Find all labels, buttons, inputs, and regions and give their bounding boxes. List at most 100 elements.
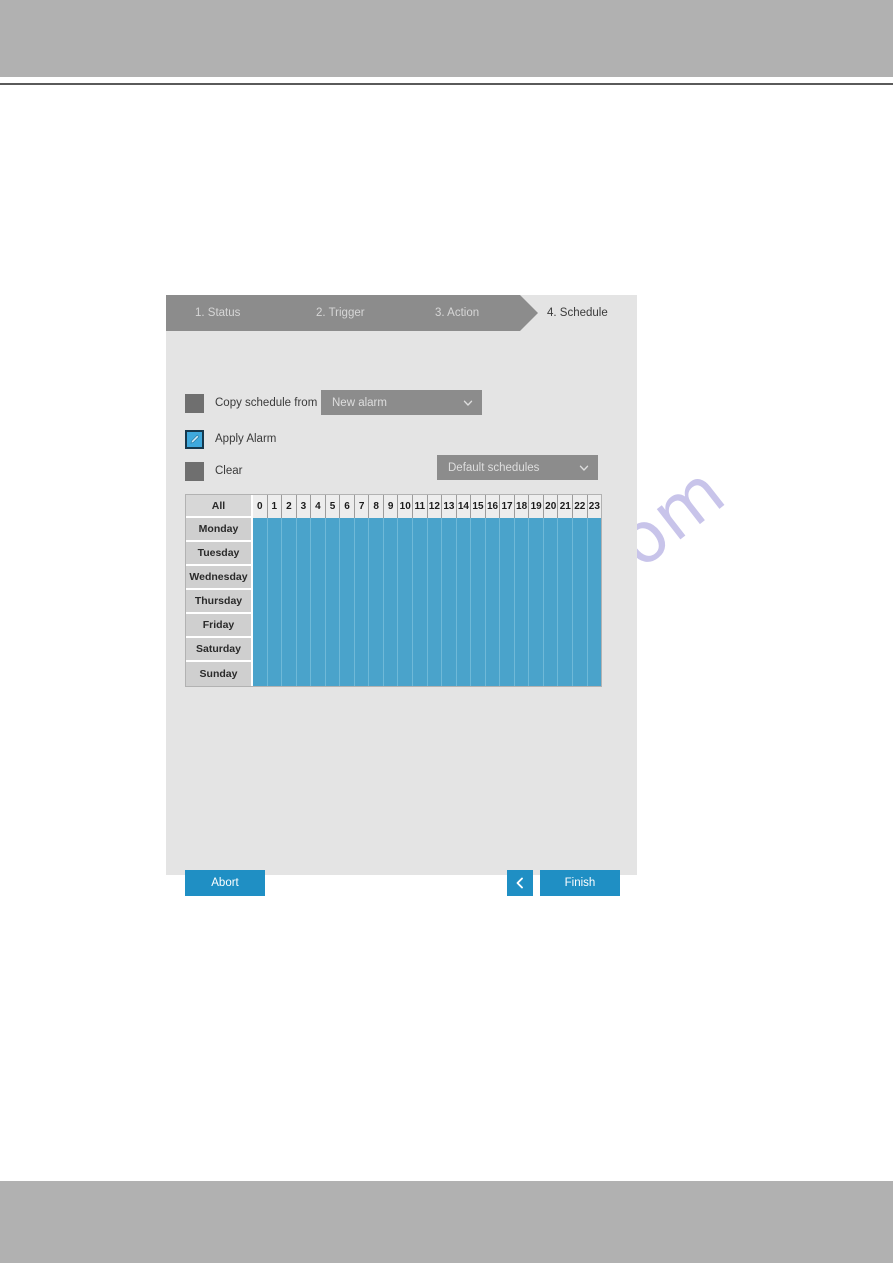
schedule-cell[interactable]: [369, 566, 384, 590]
schedule-cell[interactable]: [558, 518, 574, 542]
schedule-hour-label[interactable]: 21: [558, 495, 574, 518]
schedule-cell[interactable]: [427, 518, 443, 542]
schedule-cell[interactable]: [543, 518, 559, 542]
schedule-cell[interactable]: [485, 590, 501, 614]
schedule-cell[interactable]: [442, 662, 457, 686]
schedule-cell[interactable]: [340, 662, 355, 686]
schedule-hour-label[interactable]: 4: [311, 495, 326, 518]
schedule-cell[interactable]: [485, 638, 501, 662]
schedule-cell[interactable]: [369, 614, 384, 638]
schedule-cell[interactable]: [398, 590, 414, 614]
wizard-step-schedule[interactable]: 4. Schedule: [547, 295, 608, 331]
schedule-grid[interactable]: All 0 1 2 3 4 5 6 7 8 9 10 11 12 13 14 15 16 17 18 19 20 21 22 2…: [185, 494, 602, 687]
schedule-cell[interactable]: [296, 542, 312, 566]
schedule-cell[interactable]: [354, 614, 370, 638]
schedule-cell[interactable]: [398, 566, 414, 590]
schedule-cell[interactable]: [514, 614, 530, 638]
schedule-cell[interactable]: [340, 542, 355, 566]
schedule-cell[interactable]: [325, 566, 341, 590]
schedule-cell[interactable]: [282, 614, 297, 638]
schedule-cell[interactable]: [354, 518, 370, 542]
schedule-cell[interactable]: [413, 614, 428, 638]
schedule-cell[interactable]: [383, 542, 399, 566]
schedule-cell[interactable]: [354, 542, 370, 566]
schedule-cell[interactable]: [587, 518, 602, 542]
schedule-cell[interactable]: [543, 614, 559, 638]
schedule-hour-label[interactable]: 17: [500, 495, 515, 518]
schedule-cell[interactable]: [543, 566, 559, 590]
schedule-hour-label[interactable]: 18: [514, 495, 530, 518]
schedule-cell[interactable]: [514, 590, 530, 614]
schedule-cell[interactable]: [485, 662, 501, 686]
schedule-cell[interactable]: [485, 614, 501, 638]
schedule-hour-label[interactable]: 12: [427, 495, 443, 518]
schedule-hour-label[interactable]: 0: [253, 495, 268, 518]
schedule-cell[interactable]: [471, 614, 486, 638]
schedule-cell[interactable]: [427, 638, 443, 662]
schedule-cell[interactable]: [587, 542, 602, 566]
schedule-cell[interactable]: [311, 614, 326, 638]
schedule-cell[interactable]: [383, 518, 399, 542]
schedule-cell[interactable]: [442, 590, 457, 614]
abort-button[interactable]: Abort: [185, 870, 265, 896]
schedule-hour-label[interactable]: 2: [282, 495, 297, 518]
schedule-cell[interactable]: [456, 518, 472, 542]
schedule-cell[interactable]: [442, 614, 457, 638]
schedule-cell[interactable]: [529, 566, 544, 590]
finish-button[interactable]: Finish: [540, 870, 620, 896]
schedule-cell[interactable]: [325, 662, 341, 686]
schedule-cell[interactable]: [413, 518, 428, 542]
schedule-cell[interactable]: [398, 638, 414, 662]
schedule-cell[interactable]: [514, 662, 530, 686]
copy-schedule-from-row[interactable]: Copy schedule from: [185, 392, 317, 414]
schedule-cell[interactable]: [442, 542, 457, 566]
schedule-hour-label[interactable]: 14: [456, 495, 472, 518]
schedule-cell[interactable]: [267, 614, 283, 638]
schedule-cell[interactable]: [354, 662, 370, 686]
schedule-cell[interactable]: [296, 638, 312, 662]
schedule-cell[interactable]: [311, 542, 326, 566]
schedule-cell[interactable]: [413, 566, 428, 590]
schedule-cell[interactable]: [253, 614, 268, 638]
schedule-cell[interactable]: [311, 638, 326, 662]
schedule-cell[interactable]: [514, 638, 530, 662]
schedule-cell[interactable]: [442, 566, 457, 590]
schedule-cell[interactable]: [282, 662, 297, 686]
schedule-hour-label[interactable]: 20: [543, 495, 559, 518]
schedule-cell[interactable]: [354, 590, 370, 614]
schedule-cell[interactable]: [587, 662, 602, 686]
schedule-cell[interactable]: [296, 614, 312, 638]
apply-alarm-row[interactable]: Apply Alarm: [185, 428, 276, 450]
schedule-cell[interactable]: [369, 542, 384, 566]
schedule-cell[interactable]: [253, 542, 268, 566]
schedule-cell[interactable]: [253, 518, 268, 542]
schedule-cell[interactable]: [413, 542, 428, 566]
schedule-row-label-sunday[interactable]: Sunday: [186, 662, 253, 686]
schedule-cell[interactable]: [514, 518, 530, 542]
schedule-cell[interactable]: [253, 662, 268, 686]
schedule-hour-label[interactable]: 13: [442, 495, 457, 518]
schedule-cell[interactable]: [456, 662, 472, 686]
wizard-step-action[interactable]: 3. Action: [435, 295, 479, 331]
schedule-hour-label[interactable]: 11: [413, 495, 428, 518]
schedule-cell[interactable]: [413, 590, 428, 614]
schedule-cell[interactable]: [253, 638, 268, 662]
schedule-cell[interactable]: [369, 662, 384, 686]
schedule-cell[interactable]: [325, 518, 341, 542]
schedule-cell[interactable]: [296, 662, 312, 686]
schedule-cell[interactable]: [558, 566, 574, 590]
schedule-cell[interactable]: [529, 614, 544, 638]
schedule-cell[interactable]: [427, 590, 443, 614]
schedule-cell[interactable]: [558, 662, 574, 686]
schedule-cell[interactable]: [427, 662, 443, 686]
schedule-cell[interactable]: [456, 638, 472, 662]
schedule-cell[interactable]: [398, 518, 414, 542]
schedule-cell[interactable]: [340, 638, 355, 662]
schedule-cell[interactable]: [340, 518, 355, 542]
schedule-cell[interactable]: [456, 614, 472, 638]
schedule-cell[interactable]: [311, 566, 326, 590]
schedule-cell[interactable]: [529, 590, 544, 614]
schedule-cell[interactable]: [529, 662, 544, 686]
schedule-cell[interactable]: [267, 518, 283, 542]
schedule-cell[interactable]: [282, 590, 297, 614]
